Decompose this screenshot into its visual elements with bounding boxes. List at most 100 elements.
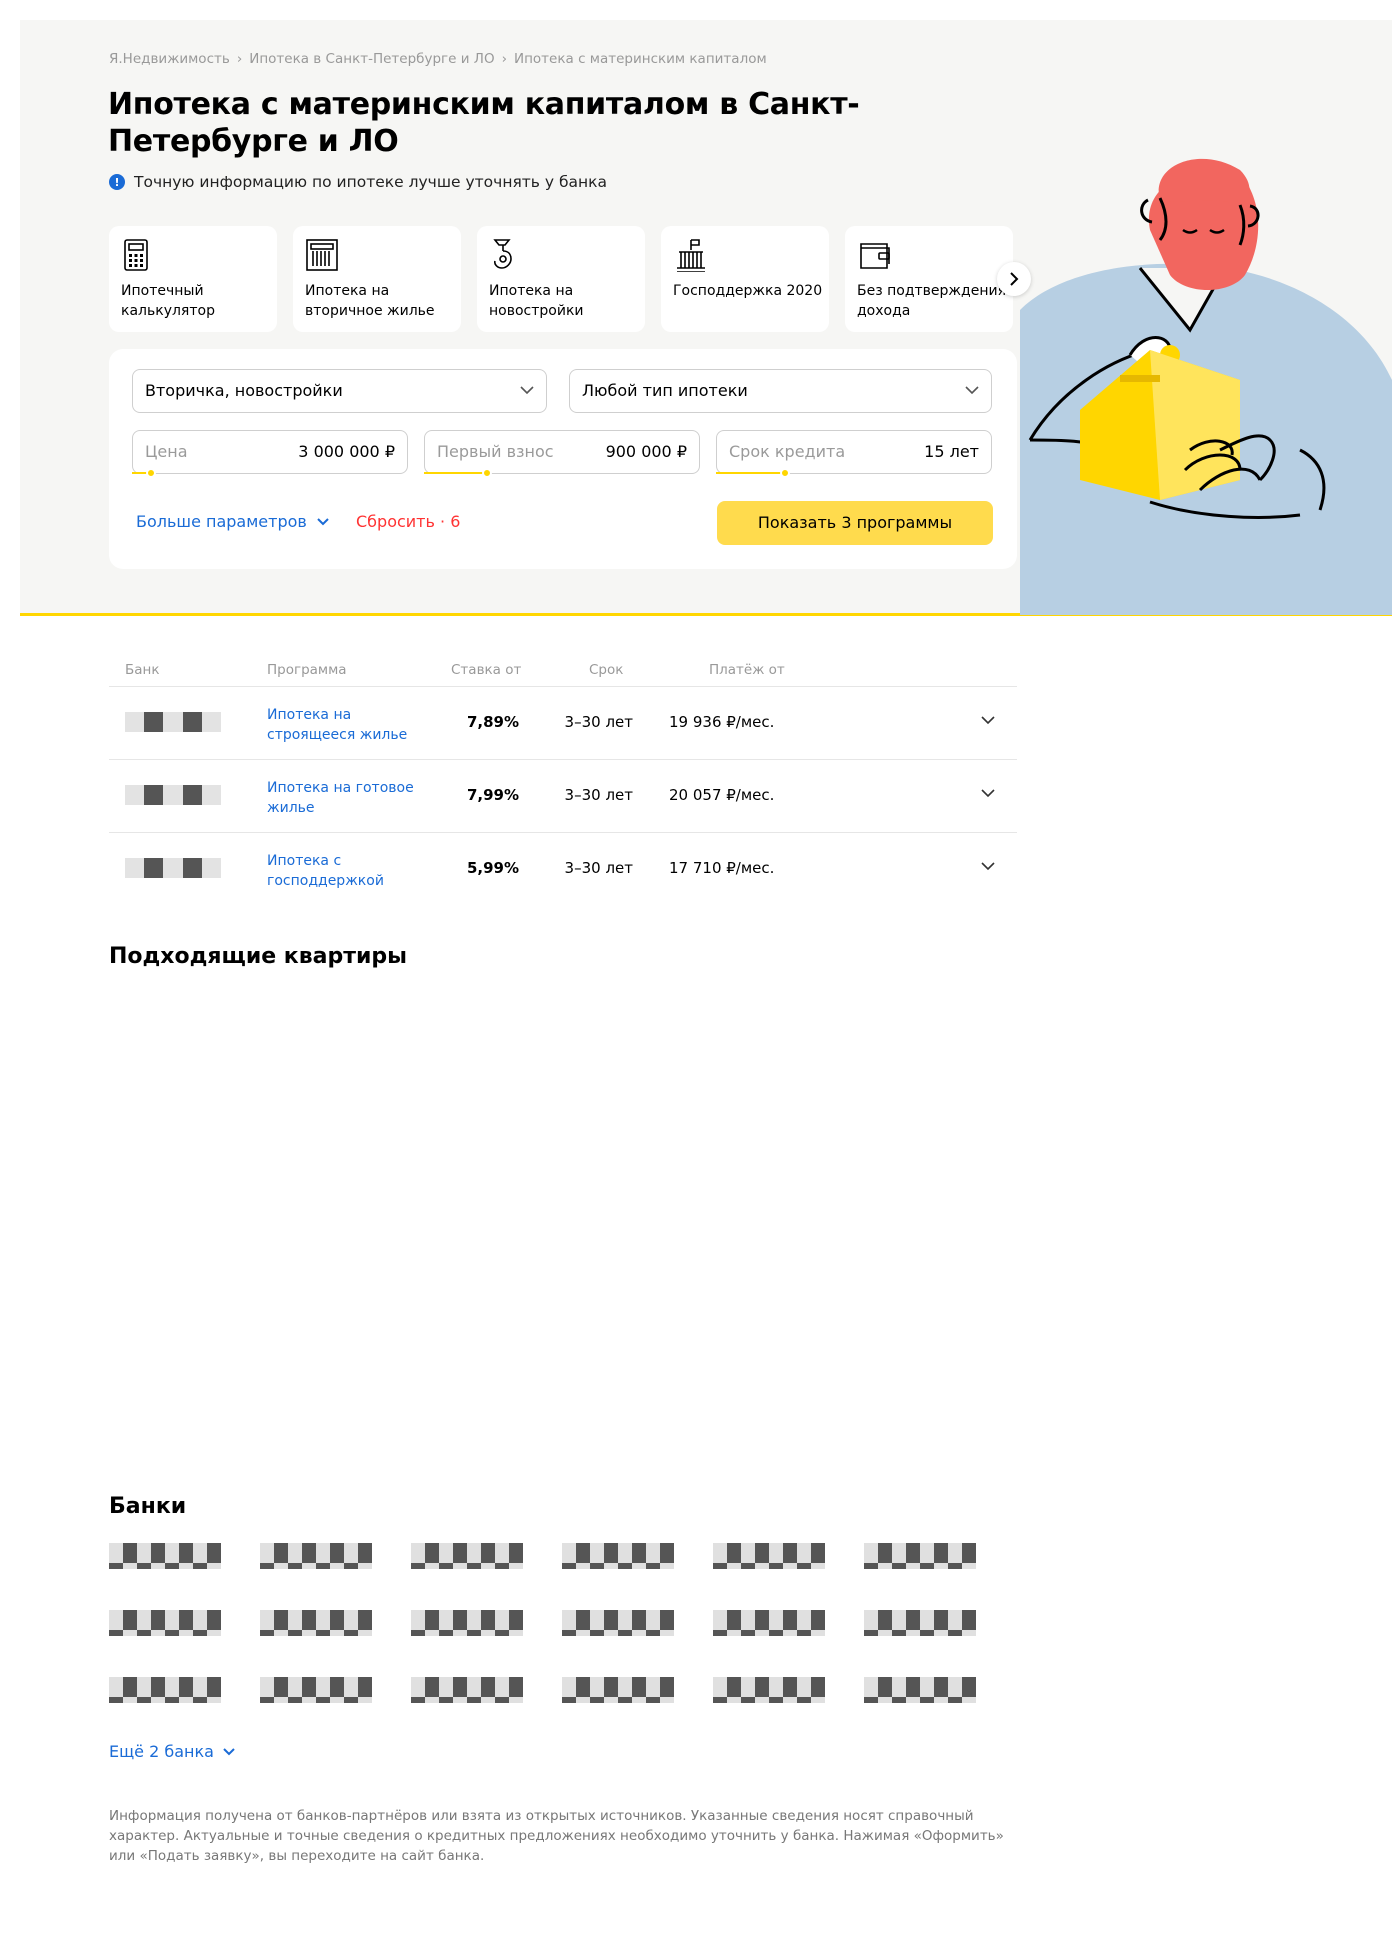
- card-no-income-proof[interactable]: Без подтверждения дохода: [845, 226, 1013, 332]
- bank-logo: [864, 1543, 976, 1563]
- price-field[interactable]: Цена 3 000 000 ₽: [132, 430, 408, 478]
- bank-logo: [411, 1610, 523, 1630]
- bank-tile[interactable]: [260, 1677, 372, 1705]
- bank-logo-strip: [562, 1630, 674, 1636]
- bank-tile[interactable]: [260, 1543, 372, 1571]
- bank-logo-strip: [411, 1630, 523, 1636]
- property-type-value: Вторичка, новостройки: [145, 381, 343, 400]
- bank-tile[interactable]: [109, 1543, 221, 1571]
- down-payment-value: 900 000 ₽: [605, 442, 687, 461]
- term-slider-track: [716, 472, 785, 474]
- bank-logo-strip: [260, 1630, 372, 1636]
- bank-logo-strip: [562, 1697, 674, 1703]
- bank-logo-strip: [713, 1697, 825, 1703]
- bank-tile[interactable]: [411, 1543, 523, 1571]
- bank-logo: [713, 1610, 825, 1630]
- more-banks-label: Ещё 2 банка: [109, 1742, 214, 1761]
- more-banks-button[interactable]: Ещё 2 банка: [109, 1742, 235, 1761]
- chevron-down-icon[interactable]: [981, 788, 995, 798]
- bank-tile[interactable]: [562, 1543, 674, 1571]
- price-slider-handle[interactable]: [146, 468, 157, 478]
- bank-tile[interactable]: [864, 1543, 976, 1571]
- bank-logo: [125, 712, 221, 732]
- reset-filters-button[interactable]: Сбросить · 6: [356, 512, 460, 531]
- mortgage-type-value: Любой тип ипотеки: [582, 381, 748, 400]
- bank-logo: [411, 1677, 523, 1697]
- header-program: Программа: [267, 662, 347, 678]
- card-label: Без подтверждения дохода: [857, 283, 1006, 319]
- bank-tile[interactable]: [109, 1610, 221, 1638]
- bank-logo: [125, 858, 221, 878]
- down-payment-slider-handle[interactable]: [482, 468, 493, 478]
- header-bank: Банк: [125, 662, 160, 678]
- program-rate: 7,99%: [466, 786, 519, 804]
- breadcrumb: Я.Недвижимость › Ипотека в Санкт-Петербург…: [109, 51, 767, 67]
- chevron-down-icon[interactable]: [981, 715, 995, 725]
- card-new-buildings[interactable]: Ипотека на новостройки: [477, 226, 645, 332]
- program-link[interactable]: Ипотека с господдержкой: [267, 851, 417, 891]
- show-programs-button[interactable]: Показать 3 программы: [717, 501, 993, 545]
- bank-logo-strip: [411, 1697, 523, 1703]
- card-label: Ипотечный калькулятор: [121, 283, 215, 319]
- bank-logo-strip: [864, 1563, 976, 1569]
- chevron-down-icon: [965, 386, 979, 395]
- bank-logo: [109, 1543, 221, 1563]
- bank-logo: [713, 1543, 825, 1563]
- bank-logo-strip: [713, 1563, 825, 1569]
- bank-logo-strip: [109, 1630, 221, 1636]
- bank-tile[interactable]: [713, 1610, 825, 1638]
- chevron-down-icon[interactable]: [981, 861, 995, 871]
- term-field[interactable]: Срок кредита 15 лет: [716, 430, 992, 478]
- mortgage-programs-table: Банк Программа Ставка от Срок Платёж от …: [109, 650, 1017, 906]
- table-row[interactable]: Ипотека на строящееся жилье 7,89% 3–30 л…: [109, 687, 1017, 760]
- notice-text: Точную информацию по ипотеке лучше уточн…: [134, 173, 608, 191]
- bank-logo: [260, 1677, 372, 1697]
- breadcrumb-item-mortgage-spb[interactable]: Ипотека в Санкт-Петербурге и ЛО: [249, 51, 494, 67]
- bank-tile[interactable]: [109, 1677, 221, 1705]
- property-type-select[interactable]: Вторичка, новостройки: [132, 369, 547, 413]
- bank-tile[interactable]: [411, 1677, 523, 1705]
- bank-tile[interactable]: [562, 1610, 674, 1638]
- bank-logo: [109, 1610, 221, 1630]
- term-placeholder: Срок кредита: [729, 442, 846, 461]
- term-slider-handle[interactable]: [780, 468, 790, 478]
- bank-tile[interactable]: [864, 1610, 976, 1638]
- bank-logo: [109, 1677, 221, 1697]
- bank-tile[interactable]: [713, 1677, 825, 1705]
- calculator-icon: [124, 239, 148, 271]
- card-gov-support[interactable]: Господдержка 2020: [661, 226, 829, 332]
- bank-logo-strip: [864, 1697, 976, 1703]
- header-rate: Ставка от: [451, 662, 522, 678]
- breadcrumb-separator: ›: [236, 51, 243, 67]
- card-secondary-housing[interactable]: Ипотека на вторичное жилье: [293, 226, 461, 332]
- bank-tile[interactable]: [713, 1543, 825, 1571]
- bank-logo: [260, 1543, 372, 1563]
- card-label: Ипотека на новостройки: [489, 283, 584, 319]
- header-payment: Платёж от: [709, 662, 785, 678]
- program-term: 3–30 лет: [564, 786, 633, 804]
- bank-tile[interactable]: [562, 1677, 674, 1705]
- table-row[interactable]: Ипотека с господдержкой 5,99% 3–30 лет 1…: [109, 833, 1017, 906]
- breadcrumb-item-home[interactable]: Я.Недвижимость: [109, 51, 230, 67]
- bank-logo: [411, 1543, 523, 1563]
- bank-logo-strip: [260, 1697, 372, 1703]
- program-link[interactable]: Ипотека на строящееся жилье: [267, 705, 417, 745]
- down-payment-placeholder: Первый взнос: [437, 442, 554, 461]
- bank-tile[interactable]: [411, 1610, 523, 1638]
- mortgage-type-select[interactable]: Любой тип ипотеки: [569, 369, 992, 413]
- banks-title: Банки: [109, 1494, 187, 1519]
- program-payment: 17 710 ₽/мес.: [669, 859, 775, 877]
- down-payment-field[interactable]: Первый взнос 900 000 ₽: [424, 430, 700, 478]
- more-params-button[interactable]: Больше параметров: [136, 512, 329, 531]
- bank-logo: [864, 1677, 976, 1697]
- breadcrumb-separator: ›: [501, 51, 507, 67]
- table-row[interactable]: Ипотека на готовое жилье 7,99% 3–30 лет …: [109, 760, 1017, 833]
- card-label: Господдержка 2020: [673, 283, 823, 299]
- card-calculator[interactable]: Ипотечный калькулятор: [109, 226, 277, 332]
- program-rate: 5,99%: [466, 859, 519, 877]
- program-link[interactable]: Ипотека на готовое жилье: [267, 778, 417, 818]
- bank-tile[interactable]: [260, 1610, 372, 1638]
- program-term: 3–30 лет: [564, 713, 633, 731]
- bank-tile[interactable]: [864, 1677, 976, 1705]
- disclaimer-text: Информация получена от банков-партнёров …: [109, 1808, 1004, 1864]
